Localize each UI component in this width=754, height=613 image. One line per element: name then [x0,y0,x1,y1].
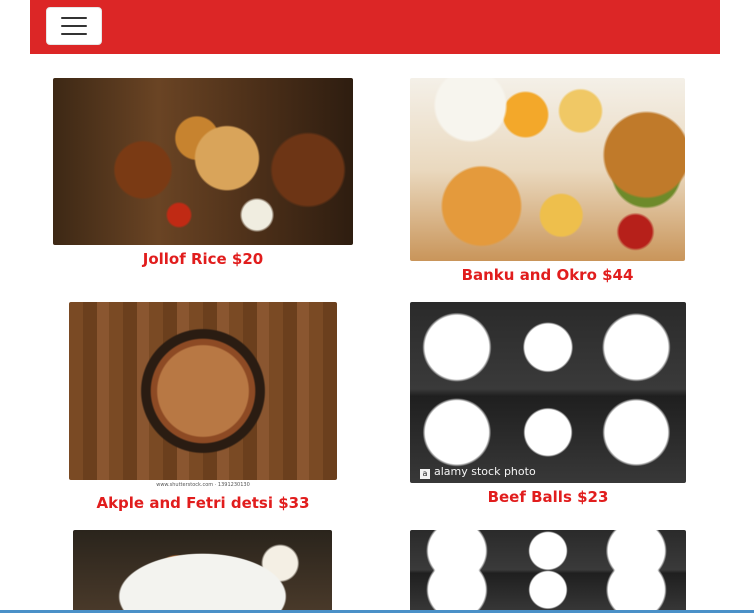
menu-item-caption: Jollof Rice $20 [142,250,264,268]
menu-item-card[interactable]: www.shutterstock.com · 1391230130 Akple … [69,302,337,516]
menu-item-image[interactable]: a alamy stock photo [410,302,686,483]
image-watermark: a alamy stock photo [420,465,536,479]
menu-page: Jollof Rice $20 Banku and Okro $44 www.s… [0,0,754,613]
menu-item-caption: Beef Balls $23 [487,488,609,506]
menu-item-image[interactable] [410,78,685,261]
navbar-toggle-button[interactable] [46,7,102,45]
navbar [30,0,720,54]
menu-item-image[interactable] [410,530,686,613]
menu-item-card[interactable] [410,530,686,613]
image-watermark-caption: www.shutterstock.com · 1391230130 [156,482,250,488]
menu-item-caption: Akple and Fetri detsi $33 [96,494,310,512]
menu-item-caption: Banku and Okro $44 [461,266,634,284]
menu-item-image[interactable] [69,302,337,480]
menu-item-image[interactable] [73,530,332,613]
menu-item-image[interactable] [53,78,353,245]
menu-item-card[interactable]: a alamy stock photo Beef Balls $23 [410,302,686,510]
menu-item-card[interactable]: Jollof Rice $20 [53,78,353,273]
hamburger-menu-icon [61,17,87,35]
alamy-logo-icon: a [420,469,430,479]
menu-item-card[interactable] [73,530,332,613]
menu-item-card[interactable]: Banku and Okro $44 [410,78,685,288]
